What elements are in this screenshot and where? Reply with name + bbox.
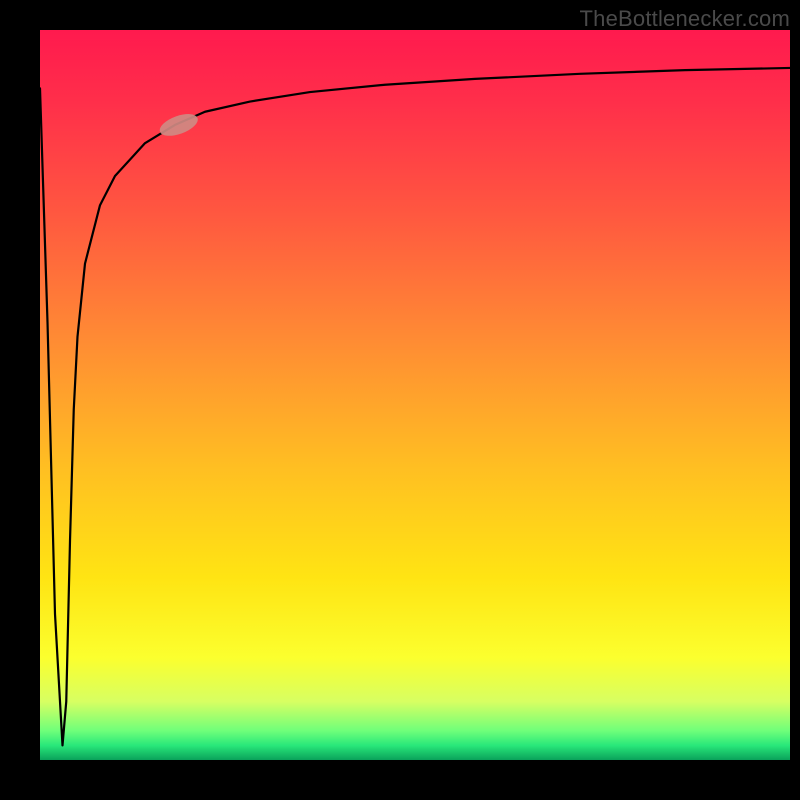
curve-layer (40, 30, 790, 760)
curve-marker (157, 110, 201, 141)
chart-frame: TheBottlenecker.com (0, 0, 800, 800)
plot-background (40, 30, 790, 760)
bottleneck-curve (40, 68, 790, 745)
watermark-label: TheBottlenecker.com (580, 6, 790, 32)
